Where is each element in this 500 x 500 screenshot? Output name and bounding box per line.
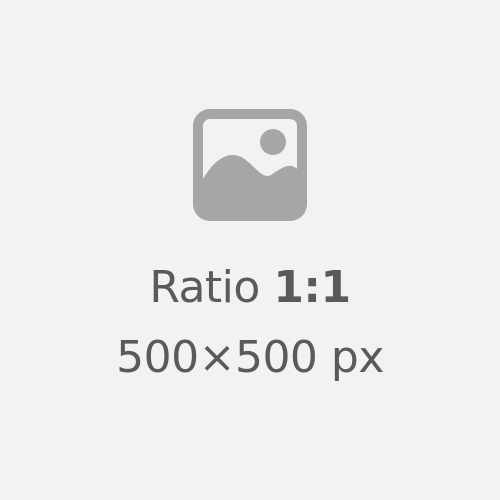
image-icon [193, 109, 307, 221]
ratio-label: Ratio [149, 262, 260, 313]
image-placeholder: Ratio 1:1 500×500 px [0, 0, 500, 500]
ratio-line: Ratio 1:1 [0, 262, 500, 314]
ratio-value: 1:1 [273, 262, 351, 313]
size-text: 500×500 px [116, 332, 384, 383]
